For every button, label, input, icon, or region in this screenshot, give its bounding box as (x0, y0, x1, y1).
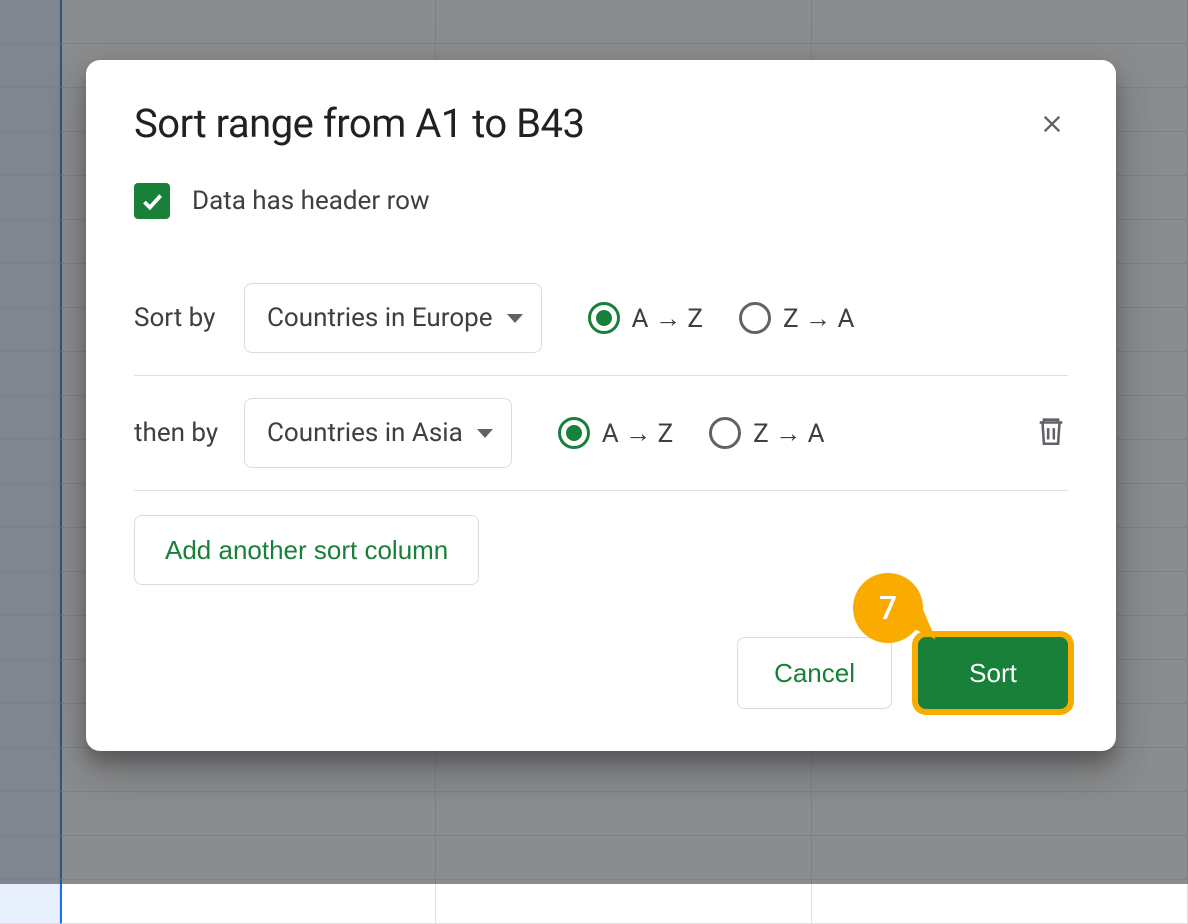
header-row-label: Data has header row (192, 186, 430, 216)
radio-label: A → Z (632, 303, 703, 334)
radio-az[interactable]: A → Z (558, 417, 673, 449)
dialog-title: Sort range from A1 to B43 (134, 100, 585, 147)
sort-rule-prefix: then by (134, 418, 226, 448)
dropdown-value: Countries in Asia (267, 418, 463, 448)
step-callout: 7 (853, 573, 923, 643)
close-icon[interactable] (1036, 108, 1068, 140)
radio-az[interactable]: A → Z (588, 302, 703, 334)
delete-rule-button[interactable] (1034, 414, 1068, 452)
radio-label: Z → A (783, 303, 854, 334)
sort-range-dialog: Sort range from A1 to B43 Data has heade… (86, 60, 1116, 751)
sort-rule: then by Countries in Asia A → Z Z → A (134, 376, 1068, 490)
caret-down-icon (477, 429, 493, 438)
radio-label: Z → A (753, 418, 824, 449)
radio-za[interactable]: Z → A (739, 302, 854, 334)
radio-label: A → Z (602, 418, 673, 449)
cancel-button[interactable]: Cancel (737, 637, 892, 709)
sort-column-dropdown[interactable]: Countries in Asia (244, 398, 512, 468)
sort-rule-prefix: Sort by (134, 303, 226, 333)
caret-down-icon (507, 314, 523, 323)
step-number: 7 (879, 589, 897, 627)
sort-column-dropdown[interactable]: Countries in Europe (244, 283, 542, 353)
header-row-checkbox[interactable] (134, 183, 170, 219)
sort-button[interactable]: Sort (918, 637, 1068, 709)
add-sort-column-button[interactable]: Add another sort column (134, 515, 479, 585)
sort-rule: Sort by Countries in Europe A → Z Z → A (134, 261, 1068, 375)
dropdown-value: Countries in Europe (267, 303, 493, 333)
radio-za[interactable]: Z → A (709, 417, 824, 449)
divider (134, 490, 1068, 491)
